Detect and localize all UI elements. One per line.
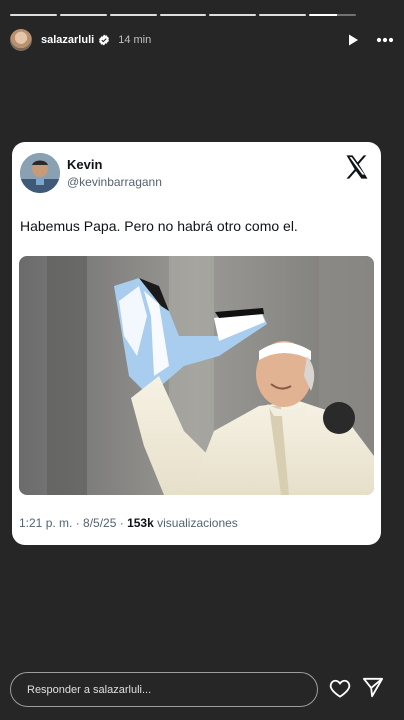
reply-input[interactable]: Responder a salazarluli... — [10, 672, 318, 707]
tweet-card[interactable]: Kevin @kevinbarragann Habemus Papa. Pero… — [12, 142, 381, 545]
avatar[interactable] — [10, 29, 32, 51]
progress-segment-current — [309, 14, 357, 16]
tweet-views-count: 153k — [127, 516, 154, 530]
tweet-views-label: visualizaciones — [153, 516, 238, 530]
tweet-handle[interactable]: @kevinbarragann — [67, 175, 162, 189]
progress-segment — [10, 14, 57, 16]
story-progress — [10, 14, 357, 16]
progress-segment — [109, 14, 157, 16]
time-ago: 14 min — [118, 34, 152, 46]
tweet-avatar[interactable] — [20, 153, 60, 193]
tweet-display-name[interactable]: Kevin — [67, 157, 102, 172]
more-icon[interactable] — [376, 37, 394, 43]
heart-icon[interactable] — [329, 678, 351, 703]
progress-segment — [159, 14, 207, 16]
verified-badge-icon — [98, 34, 110, 46]
progress-segment — [209, 14, 257, 16]
reply-placeholder: Responder a salazarluli... — [27, 683, 152, 696]
tweet-time: 1:21 p. m. · 8/5/25 · — [19, 516, 128, 530]
tweet-text: Habemus Papa. Pero no habrá otro como el… — [20, 218, 298, 234]
progress-segment — [59, 14, 107, 16]
send-icon[interactable] — [362, 677, 384, 703]
story-header: salazarluli 14 min — [10, 28, 394, 52]
play-icon[interactable] — [346, 33, 360, 47]
username[interactable]: salazarluli — [41, 34, 94, 46]
tweet-image[interactable] — [19, 256, 374, 495]
x-logo-icon — [343, 153, 371, 181]
tweet-meta: 1:21 p. m. · 8/5/25 · 153k visualizacion… — [19, 516, 238, 530]
progress-segment — [259, 14, 307, 16]
